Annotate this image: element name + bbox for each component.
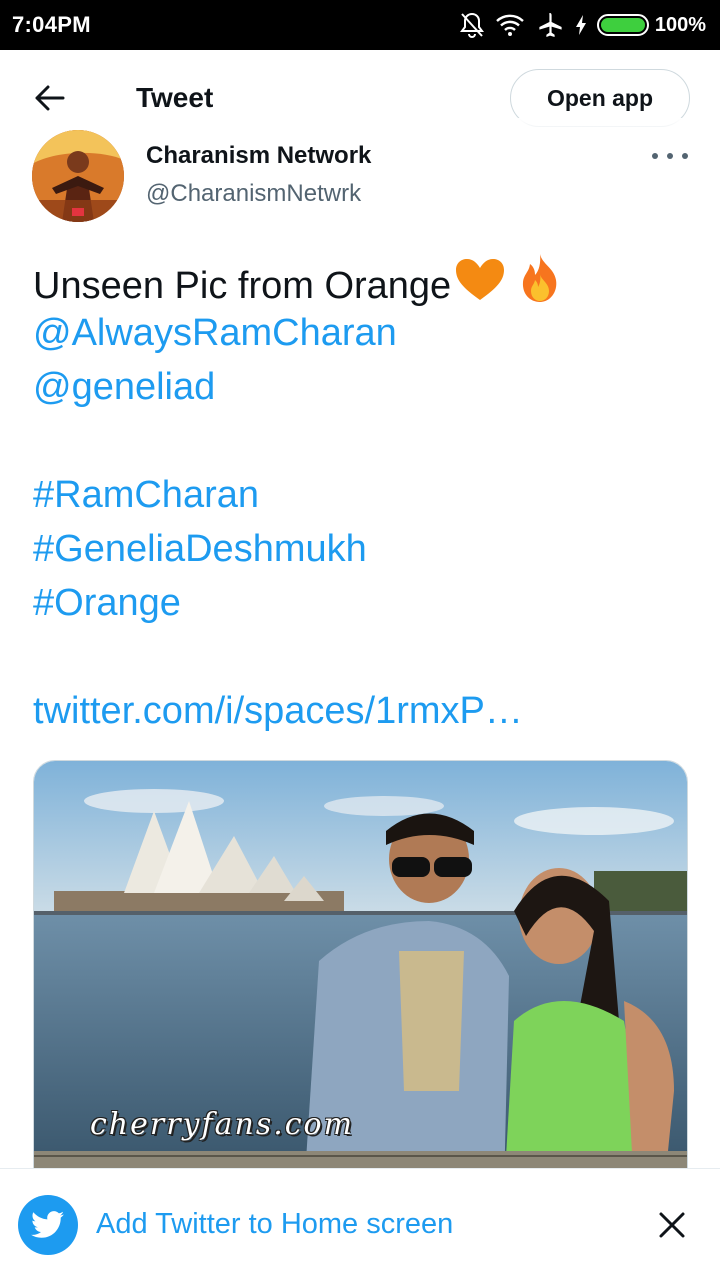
mention-link[interactable]: @AlwaysRamCharan [33, 306, 693, 360]
charging-bolt-icon [575, 14, 587, 36]
page-title: Tweet [136, 82, 214, 113]
tweet-media-photo[interactable]: cherryfans.com [33, 760, 688, 1190]
add-to-home-banner: Add Twitter to Home screen [0, 1168, 720, 1280]
hashtag-link[interactable]: #RamCharan [33, 468, 693, 522]
media-watermark: cherryfans.com [90, 1107, 355, 1142]
more-dot-icon [652, 153, 658, 159]
tweet-text-line-1: Unseen Pic from Orange [33, 265, 452, 307]
tweet-text: Unseen Pic from Orange @AlwaysRamCharan … [33, 252, 693, 738]
battery-icon: 100% [596, 13, 706, 37]
close-icon [659, 1212, 685, 1237]
battery-level [600, 18, 645, 32]
author-name[interactable]: Charanism Network [146, 142, 371, 170]
avatar[interactable] [32, 130, 124, 222]
status-time: 7:04PM [12, 12, 91, 37]
airplane-icon [535, 11, 565, 39]
orange-heart-icon [453, 256, 507, 319]
more-dot-icon [682, 153, 688, 159]
status-icons: 100% [459, 11, 706, 39]
tweet-line-1: Unseen Pic from Orange [33, 252, 693, 307]
add-to-home-link[interactable]: Add Twitter to Home screen [96, 1208, 453, 1241]
mention-link[interactable]: @geneliad [33, 360, 693, 414]
wifi-icon [495, 13, 525, 37]
back-button[interactable] [30, 78, 70, 118]
hashtag-link[interactable]: #Orange [33, 576, 693, 630]
spaces-link[interactable]: twitter.com/i/spaces/1rmxP… [33, 684, 693, 738]
fire-icon [515, 252, 565, 319]
bell-muted-icon [459, 11, 485, 39]
twitter-bird-icon [18, 1194, 78, 1255]
more-dot-icon [667, 153, 673, 159]
hashtag-link[interactable]: #GeneliaDeshmukh [33, 522, 693, 576]
arrow-left-icon [35, 85, 65, 111]
close-banner-button[interactable] [652, 1205, 692, 1245]
status-bar: 7:04PM 100% [0, 0, 720, 50]
more-options-button[interactable] [652, 146, 688, 166]
battery-percent: 100% [654, 13, 706, 36]
author-handle[interactable]: @CharanismNetwrk [146, 180, 361, 208]
